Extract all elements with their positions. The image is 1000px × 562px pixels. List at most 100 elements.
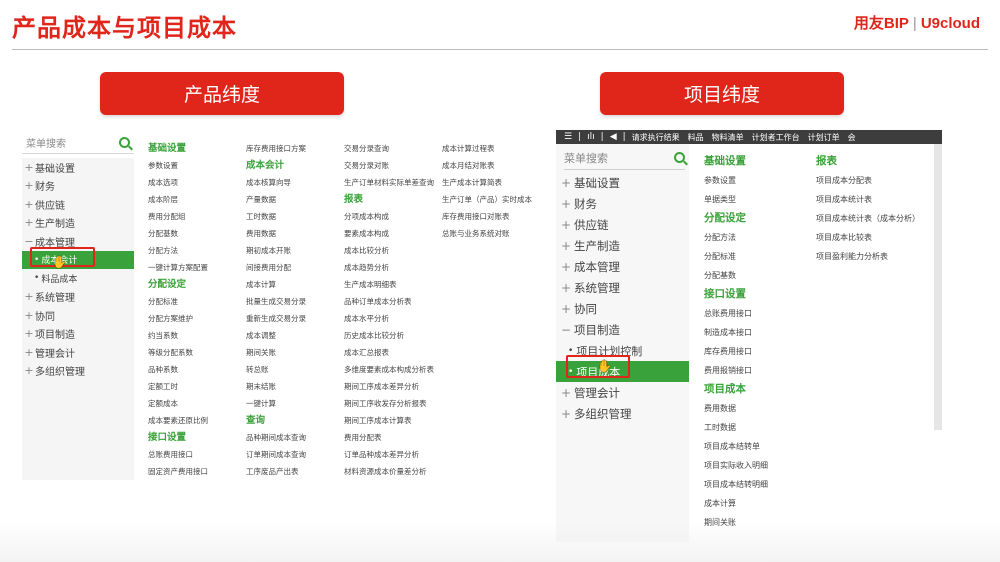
menu-item[interactable]: + 管理会计 <box>22 343 134 362</box>
menu-link[interactable]: 工时数据 <box>704 418 814 437</box>
menu-link[interactable]: 库存费用接口对账表 <box>442 208 540 225</box>
menu-link[interactable]: 项目盈利能力分析表 <box>816 247 936 266</box>
topbar-menu-item[interactable]: 计划订单 <box>808 132 840 143</box>
menu-link[interactable]: 一键计算方案配置 <box>148 259 248 276</box>
menu-link[interactable]: 交易分录查询 <box>344 140 444 157</box>
menu-item[interactable]: + 协同 <box>22 306 134 325</box>
menu-link[interactable]: 品种订单成本分析表 <box>344 293 444 310</box>
menu-link[interactable]: 参数设置 <box>704 171 814 190</box>
menu-link[interactable]: 间接费用分配 <box>246 259 346 276</box>
menu-link[interactable]: 成本要素还原比例 <box>148 412 248 429</box>
menu-link[interactable]: 约当系数 <box>148 327 248 344</box>
menu-item[interactable]: + 基础设置 <box>556 172 689 193</box>
menu-link[interactable]: 产量数据 <box>246 191 346 208</box>
menu-link[interactable]: 总账费用接口 <box>148 446 248 463</box>
topbar-menu-item[interactable]: 请求执行结果 <box>632 132 680 143</box>
menu-link[interactable]: 项目成本结转单 <box>704 437 814 456</box>
menu-link[interactable]: 一键计算 <box>246 395 346 412</box>
menu-item[interactable]: + 管理会计 <box>556 382 689 403</box>
scrollbar[interactable] <box>934 144 942 430</box>
menu-link[interactable]: 总账费用接口 <box>704 304 814 323</box>
search-icon[interactable] <box>119 137 130 148</box>
menu-link[interactable]: 项目成本分配表 <box>816 171 936 190</box>
menu-link[interactable]: 期间工序收发存分析报表 <box>344 395 444 412</box>
menu-item[interactable]: + 系统管理 <box>22 288 134 307</box>
menu-link[interactable]: 分配标准 <box>148 293 248 310</box>
menu-link[interactable]: 成本调整 <box>246 327 346 344</box>
menu-item[interactable]: + 协同 <box>556 298 689 319</box>
menu-item[interactable]: + 成本管理 <box>556 256 689 277</box>
menu-link[interactable]: 期间工序成本差异分析 <box>344 378 444 395</box>
menu-link[interactable]: 库存费用接口 <box>704 342 814 361</box>
menu-link[interactable]: 分配基数 <box>704 266 814 285</box>
menu-search-input[interactable]: 菜单搜索 <box>564 150 608 166</box>
menu-link[interactable]: 项目成本比较表 <box>816 228 936 247</box>
menu-link[interactable]: 多维度要素成本构成分析表 <box>344 361 444 378</box>
chart-icon[interactable]: ılı <box>587 132 595 142</box>
menu-link[interactable]: 成本阶层 <box>148 191 248 208</box>
menu-link[interactable]: 重新生成交易分录 <box>246 310 346 327</box>
menu-link[interactable]: 历史成本比较分析 <box>344 327 444 344</box>
menu-link[interactable]: 分配方案维护 <box>148 310 248 327</box>
menu-link[interactable]: 定额成本 <box>148 395 248 412</box>
menu-item[interactable]: + 供应链 <box>556 214 689 235</box>
menu-link[interactable]: 成本计算过程表 <box>442 140 540 157</box>
menu-link[interactable]: 工序废品产出表 <box>246 463 346 480</box>
topbar-menu-item[interactable]: 会 <box>848 132 856 143</box>
topbar-menu-item[interactable]: 物料清单 <box>712 132 744 143</box>
menu-search-input[interactable]: 菜单搜索 <box>26 135 66 150</box>
menu-link[interactable]: 费用数据 <box>246 225 346 242</box>
menu-link[interactable]: 生产成本计算简表 <box>442 174 540 191</box>
menu-link[interactable]: 制造成本接口 <box>704 323 814 342</box>
menu-link[interactable]: 成本水平分析 <box>344 310 444 327</box>
topbar-menu-item[interactable]: 料品 <box>688 132 704 143</box>
menu-link[interactable]: 期间工序成本计算表 <box>344 412 444 429</box>
menu-link[interactable]: 分配标准 <box>704 247 814 266</box>
menu-item[interactable]: + 生产制造 <box>22 214 134 233</box>
menu-item[interactable]: + 多组织管理 <box>22 362 134 381</box>
menu-link[interactable]: 分项成本构成 <box>344 208 444 225</box>
menu-link[interactable]: 生产订单材料实际单差查询 <box>344 174 444 191</box>
menu-link[interactable]: 材料资源成本价量差分析 <box>344 463 444 480</box>
menu-link[interactable]: 转总账 <box>246 361 346 378</box>
product-dimension-button[interactable]: 产品纬度 <box>100 72 344 115</box>
menu-link[interactable]: 成本趋势分析 <box>344 259 444 276</box>
menu-item[interactable]: + 系统管理 <box>556 277 689 298</box>
menu-link[interactable]: 固定资产费用接口 <box>148 463 248 480</box>
menu-link[interactable]: 项目成本结转明细 <box>704 475 814 494</box>
menu-link[interactable]: 参数设置 <box>148 157 248 174</box>
menu-link[interactable]: 成本汇总报表 <box>344 344 444 361</box>
menu-link[interactable]: 成本核算向导 <box>246 174 346 191</box>
menu-link[interactable]: 库存费用接口方案 <box>246 140 346 157</box>
topbar-menu-item[interactable]: 计划者工作台 <box>752 132 800 143</box>
menu-link[interactable]: 等级分配系数 <box>148 344 248 361</box>
menu-link[interactable]: 项目实际收入明细 <box>704 456 814 475</box>
menu-link[interactable]: 工时数据 <box>246 208 346 225</box>
menu-link[interactable]: 总账与业务系统对账 <box>442 225 540 242</box>
menu-link[interactable]: 成本计算 <box>246 276 346 293</box>
menu-search-box[interactable]: 菜单搜索 <box>564 146 685 170</box>
menu-item[interactable]: + 财务 <box>556 193 689 214</box>
menu-link[interactable]: 订单品种成本差异分析 <box>344 446 444 463</box>
menu-link[interactable]: 成本月结对账表 <box>442 157 540 174</box>
menu-item[interactable]: + 多组织管理 <box>556 403 689 424</box>
menu-link[interactable]: 生产订单（产品）实时成本 <box>442 191 540 208</box>
menu-link[interactable]: 期初成本开账 <box>246 242 346 259</box>
menu-link[interactable]: 分配基数 <box>148 225 248 242</box>
menu-link[interactable]: 期末结账 <box>246 378 346 395</box>
menu-link[interactable]: 成本选项 <box>148 174 248 191</box>
menu-link[interactable]: 费用报销接口 <box>704 361 814 380</box>
menu-item[interactable]: + 基础设置 <box>22 158 134 177</box>
menu-link[interactable]: 费用数据 <box>704 399 814 418</box>
menu-link[interactable]: 生产成本明细表 <box>344 276 444 293</box>
menu-link[interactable]: 品种期间成本查询 <box>246 429 346 446</box>
menu-link[interactable]: 费用分配表 <box>344 429 444 446</box>
menu-link[interactable]: 分配方法 <box>148 242 248 259</box>
menu-item[interactable]: + 生产制造 <box>556 235 689 256</box>
menu-item[interactable]: − 项目制造 <box>556 319 689 340</box>
menu-link[interactable]: 成本比较分析 <box>344 242 444 259</box>
search-icon[interactable] <box>674 152 685 163</box>
menu-link[interactable]: 项目成本统计表（成本分析） <box>816 209 936 228</box>
menu-link[interactable]: 期间关账 <box>246 344 346 361</box>
menu-link[interactable]: 订单期间成本查询 <box>246 446 346 463</box>
